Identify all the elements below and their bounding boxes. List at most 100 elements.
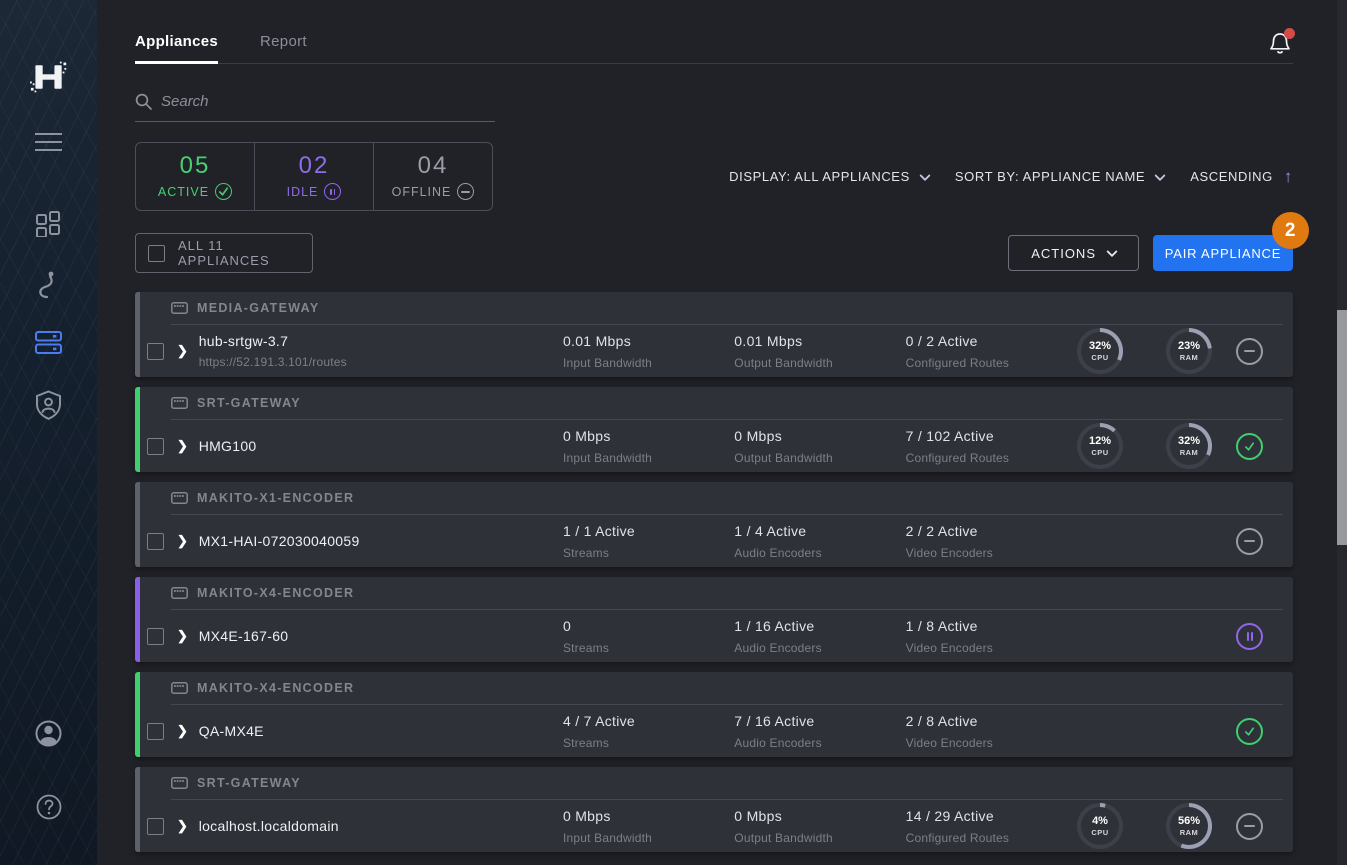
appliance-row-body: ❯ localhost.localdomain 0 Mbps Input Ban… bbox=[140, 800, 1293, 852]
expand-chevron-icon[interactable]: ❯ bbox=[177, 628, 192, 644]
status-offline-icon bbox=[1236, 813, 1263, 840]
metric-2-label: Audio Encoders bbox=[734, 546, 905, 560]
row-checkbox[interactable] bbox=[147, 628, 164, 645]
appliance-row-body: ❯ MX4E-167-60 0 Streams 1 / 16 Active Au… bbox=[140, 610, 1293, 662]
display-filter-dropdown[interactable]: DISPLAY: ALL APPLIANCES bbox=[729, 169, 929, 184]
pair-count-badge[interactable]: 2 bbox=[1272, 212, 1309, 249]
appliance-type-header: SRT-GATEWAY bbox=[171, 767, 1283, 800]
metric-1: 0.01 Mbps Input Bandwidth bbox=[563, 333, 734, 370]
appliance-name[interactable]: MX1-HAI-072030040059 bbox=[199, 533, 563, 549]
metric-3-value: 0 / 2 Active bbox=[906, 333, 1077, 349]
summary-card-active[interactable]: 05 ACTIVE bbox=[136, 143, 254, 210]
tab-report-label: Report bbox=[260, 33, 307, 50]
appliance-type: MAKITO-X1-ENCODER bbox=[197, 491, 354, 505]
account-icon[interactable] bbox=[0, 720, 97, 747]
expand-chevron-icon[interactable]: ❯ bbox=[177, 533, 192, 549]
appliance-row: MEDIA-GATEWAY ❯ hub-srtgw-3.7 https://52… bbox=[135, 292, 1293, 377]
summary-filter-row: 05 ACTIVE 02 IDLE 04 OFFLINE bbox=[135, 142, 1293, 211]
row-checkbox[interactable] bbox=[147, 343, 164, 360]
row-checkbox[interactable] bbox=[147, 438, 164, 455]
appliance-type-icon bbox=[171, 302, 188, 314]
appliance-url: https://52.191.3.101/routes bbox=[199, 355, 563, 369]
metric-3: 14 / 29 Active Configured Routes bbox=[906, 808, 1077, 845]
sort-by-dropdown[interactable]: SORT BY: APPLIANCE NAME bbox=[955, 169, 1164, 184]
summary-card-offline[interactable]: 04 OFFLINE bbox=[373, 143, 492, 210]
expand-chevron-icon[interactable]: ❯ bbox=[177, 438, 192, 454]
routes-icon[interactable] bbox=[0, 270, 97, 300]
idle-pause-icon bbox=[324, 183, 341, 200]
menu-icon[interactable] bbox=[0, 132, 97, 152]
scrollbar-thumb[interactable] bbox=[1337, 310, 1347, 545]
chevron-down-icon bbox=[1155, 169, 1166, 180]
appliance-type-header: MEDIA-GATEWAY bbox=[171, 292, 1283, 325]
help-icon[interactable] bbox=[0, 794, 97, 820]
status-slot bbox=[1236, 813, 1263, 840]
row-checkbox[interactable] bbox=[147, 723, 164, 740]
metric-2-value: 0.01 Mbps bbox=[734, 333, 905, 349]
appliance-row: MAKITO-X1-ENCODER ❯ MX1-HAI-072030040059… bbox=[135, 482, 1293, 567]
metric-3-label: Video Encoders bbox=[906, 546, 1077, 560]
metric-1-label: Input Bandwidth bbox=[563, 356, 734, 370]
appliance-row: SRT-GATEWAY ❯ HMG100 0 Mbps Input Bandwi… bbox=[135, 387, 1293, 472]
status-offline-icon bbox=[1236, 528, 1263, 555]
tab-appliances-label: Appliances bbox=[135, 33, 218, 50]
appliance-type: SRT-GATEWAY bbox=[197, 396, 301, 410]
metric-3-label: Configured Routes bbox=[906, 451, 1077, 465]
status-summary: 05 ACTIVE 02 IDLE 04 OFFLINE bbox=[135, 142, 493, 211]
metric-1-label: Streams bbox=[563, 546, 734, 560]
row-checkbox[interactable] bbox=[147, 818, 164, 835]
dashboard-icon[interactable] bbox=[0, 211, 97, 237]
offline-minus-icon bbox=[457, 183, 474, 200]
metric-3-label: Video Encoders bbox=[906, 736, 1077, 750]
select-all-checkbox[interactable] bbox=[148, 245, 165, 262]
metric-3-value: 14 / 29 Active bbox=[906, 808, 1077, 824]
notifications-bell-button[interactable] bbox=[1269, 31, 1293, 55]
appliance-type-icon bbox=[171, 777, 188, 789]
row-checkbox[interactable] bbox=[147, 533, 164, 550]
metric-2-value: 0 Mbps bbox=[734, 428, 905, 444]
appliance-row: MAKITO-X4-ENCODER ❯ MX4E-167-60 0 Stream… bbox=[135, 577, 1293, 662]
appliance-name[interactable]: hub-srtgw-3.7 bbox=[199, 333, 563, 349]
appliances-icon[interactable] bbox=[0, 331, 97, 354]
appliance-type-icon bbox=[171, 492, 188, 504]
appliance-type: MAKITO-X4-ENCODER bbox=[197, 681, 354, 695]
metric-2-value: 1 / 16 Active bbox=[734, 618, 905, 634]
search-bar bbox=[135, 93, 495, 122]
metric-3: 0 / 2 Active Configured Routes bbox=[906, 333, 1077, 370]
status-slot bbox=[1236, 528, 1263, 555]
expand-chevron-icon[interactable]: ❯ bbox=[177, 723, 192, 739]
metric-1: 0 Streams bbox=[563, 618, 734, 655]
appliance-name[interactable]: HMG100 bbox=[199, 438, 563, 454]
ram-gauge: 56%RAM bbox=[1166, 803, 1212, 849]
appliance-name[interactable]: QA-MX4E bbox=[199, 723, 563, 739]
expand-chevron-icon[interactable]: ❯ bbox=[177, 343, 192, 359]
summary-card-idle[interactable]: 02 IDLE bbox=[254, 143, 373, 210]
cpu-gauge: 12%CPU bbox=[1077, 423, 1123, 469]
actions-button[interactable]: ACTIONS bbox=[1008, 235, 1139, 271]
metric-2: 7 / 16 Active Audio Encoders bbox=[734, 713, 905, 750]
tab-report[interactable]: Report bbox=[260, 33, 307, 63]
notification-dot bbox=[1284, 28, 1295, 39]
active-check-icon bbox=[215, 183, 232, 200]
appliance-type-header: MAKITO-X1-ENCODER bbox=[171, 482, 1283, 515]
status-slot bbox=[1236, 338, 1263, 365]
appliance-type-header: SRT-GATEWAY bbox=[171, 387, 1283, 420]
metric-3-label: Video Encoders bbox=[906, 641, 1077, 655]
sort-order-toggle[interactable]: ASCENDING ↑ bbox=[1190, 168, 1293, 185]
status-idle-icon bbox=[1236, 623, 1263, 650]
security-icon[interactable] bbox=[0, 390, 97, 420]
select-all-button[interactable]: ALL 11 APPLIANCES bbox=[135, 233, 313, 273]
metric-2: 0 Mbps Output Bandwidth bbox=[734, 808, 905, 845]
metric-1: 4 / 7 Active Streams bbox=[563, 713, 734, 750]
tab-appliances[interactable]: Appliances bbox=[135, 33, 218, 64]
appliance-row: SRT-GATEWAY ❯ localhost.localdomain 0 Mb… bbox=[135, 767, 1293, 852]
expand-chevron-icon[interactable]: ❯ bbox=[177, 818, 192, 834]
scrollbar-track[interactable] bbox=[1337, 0, 1347, 865]
appliance-name[interactable]: localhost.localdomain bbox=[199, 818, 563, 834]
pair-appliance-button[interactable]: PAIR APPLIANCE 2 bbox=[1153, 235, 1293, 271]
actions-label: ACTIONS bbox=[1031, 246, 1096, 261]
search-input[interactable] bbox=[161, 93, 461, 110]
appliance-name[interactable]: MX4E-167-60 bbox=[199, 628, 563, 644]
metric-3-value: 1 / 8 Active bbox=[906, 618, 1077, 634]
metric-2-value: 7 / 16 Active bbox=[734, 713, 905, 729]
